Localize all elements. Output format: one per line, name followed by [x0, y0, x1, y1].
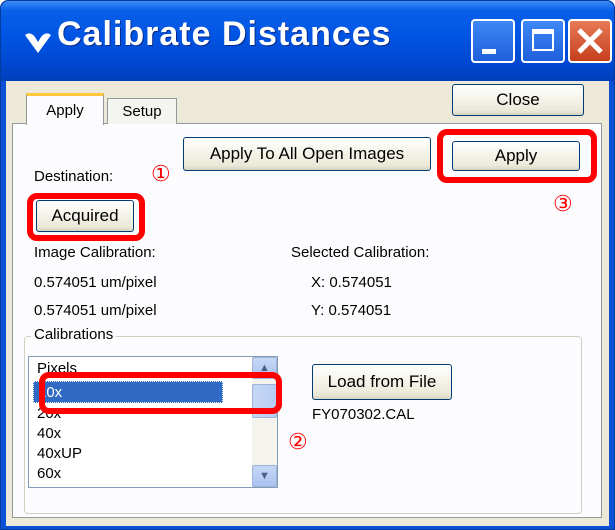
annotation-marker-2: ②	[288, 429, 308, 454]
list-item[interactable]: 40xUP	[33, 443, 223, 465]
selected-calibration-label: Selected Calibration:	[291, 244, 430, 261]
selected-calibration-y: Y: 0.574051	[311, 302, 392, 319]
load-from-file-button[interactable]: Load from File	[312, 364, 452, 400]
minimize-icon	[482, 49, 496, 54]
image-calibration-label: Image Calibration:	[34, 244, 156, 261]
highlight-apply	[437, 129, 597, 183]
close-button[interactable]: Close	[452, 84, 584, 116]
calibration-file-name: FY070302.CAL	[312, 406, 415, 423]
annotation-marker-1: ①	[151, 161, 171, 186]
close-icon	[577, 28, 603, 54]
image-calibration-x: 0.574051 um/pixel	[34, 274, 157, 291]
calibrations-group-label: Calibrations	[31, 326, 117, 343]
tab-apply[interactable]: Apply	[26, 93, 104, 125]
image-calibration-y: 0.574051 um/pixel	[34, 302, 157, 319]
list-item[interactable]: 60x	[33, 463, 223, 485]
close-window-button[interactable]	[568, 19, 612, 63]
calibrate-distances-window: Calibrate Distances Close Apply Setup Ap…	[0, 0, 615, 530]
tab-setup[interactable]: Setup	[107, 98, 177, 124]
minimize-button[interactable]	[471, 19, 515, 63]
scroll-down-button[interactable]: ▼	[252, 465, 277, 487]
destination-label: Destination:	[34, 168, 114, 185]
apply-all-button[interactable]: Apply To All Open Images	[183, 137, 431, 171]
maximize-icon	[532, 29, 554, 51]
title-bar[interactable]: Calibrate Distances	[1, 1, 614, 81]
selected-calibration-x: X: 0.574051	[311, 274, 392, 291]
maximize-button[interactable]	[521, 19, 565, 63]
window-title: Calibrate Distances	[57, 15, 392, 53]
app-icon	[21, 25, 55, 59]
highlight-acquired	[27, 193, 145, 241]
annotation-marker-3: ③	[553, 191, 573, 216]
list-item[interactable]: 40x	[33, 423, 223, 445]
highlight-list-item	[39, 372, 282, 414]
chevron-down-icon: ▼	[259, 470, 270, 482]
